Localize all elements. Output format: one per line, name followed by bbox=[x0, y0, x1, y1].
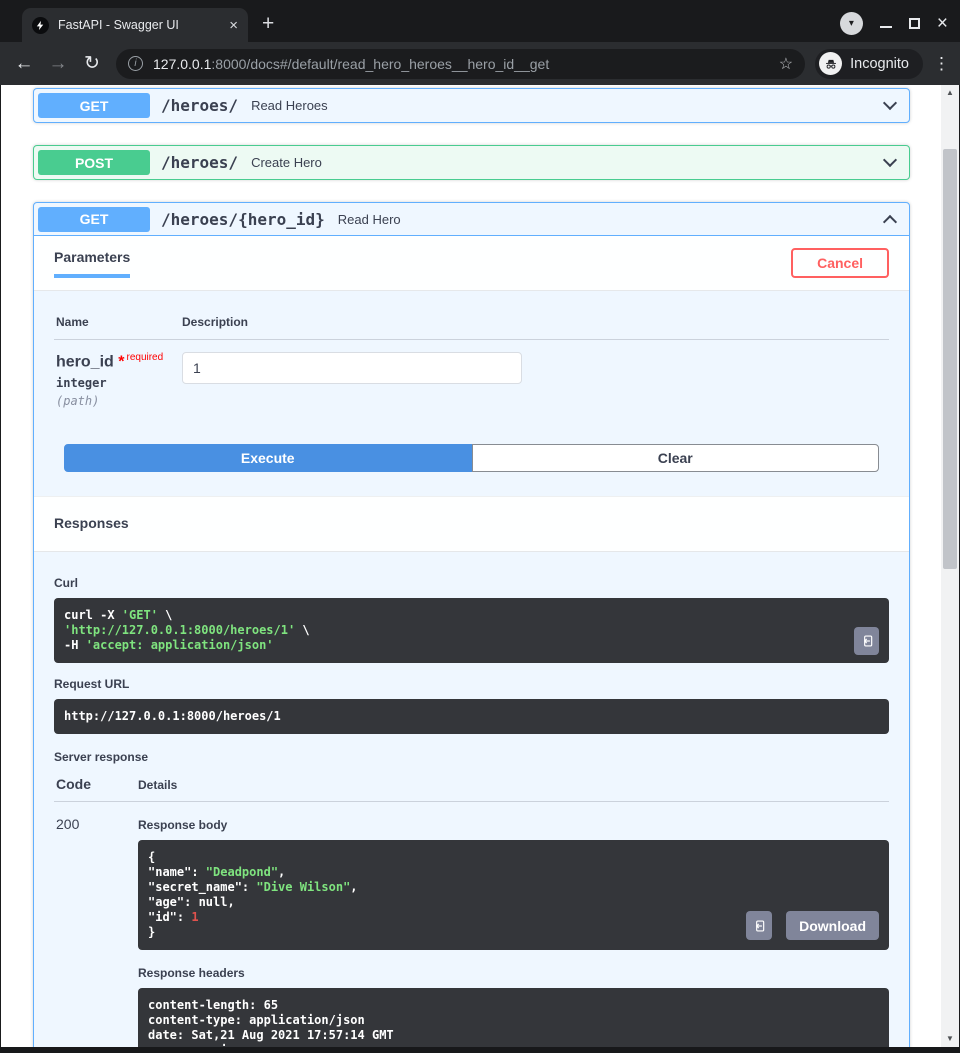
incognito-badge: Incognito bbox=[815, 48, 923, 79]
tab-close-icon[interactable]: × bbox=[229, 17, 238, 34]
tab-title: FastAPI - Swagger UI bbox=[58, 18, 179, 32]
parameter-type: integer bbox=[56, 376, 107, 391]
reload-button[interactable]: ↻ bbox=[78, 52, 106, 75]
execute-button[interactable]: Execute bbox=[64, 444, 472, 473]
endpoint-summary: Read Heroes bbox=[251, 98, 328, 113]
response-details-cell: Response body { "name": "Deadpond", "sec… bbox=[138, 816, 889, 1047]
incognito-icon bbox=[819, 52, 843, 75]
endpoint-path: /heroes/ bbox=[161, 153, 239, 172]
responses-section: Curl curl -X 'GET' \ 'http://127.0.0.1:8… bbox=[34, 552, 909, 1047]
back-button[interactable]: ← bbox=[10, 53, 38, 75]
parameters-header: Parameters Cancel bbox=[34, 236, 909, 291]
details-column-header: Details bbox=[138, 778, 178, 793]
opblock-get-heroes: GET /heroes/ Read Heroes bbox=[33, 88, 910, 123]
request-url-text: http://127.0.0.1:8000/heroes/1 bbox=[64, 709, 281, 724]
parameters-table: Name Description hero_id * required integ… bbox=[34, 291, 909, 408]
clear-button[interactable]: Clear bbox=[471, 444, 879, 473]
site-info-icon[interactable]: i bbox=[128, 56, 143, 71]
window-controls: ▾ × bbox=[839, 12, 948, 35]
parameter-name-cell: hero_id * required integer (path) bbox=[56, 352, 182, 408]
parameters-table-header: Name Description bbox=[54, 315, 889, 340]
minimize-button[interactable] bbox=[879, 25, 892, 28]
cancel-button[interactable]: Cancel bbox=[791, 248, 889, 278]
parameter-location: (path) bbox=[56, 394, 100, 409]
required-asterisk: * bbox=[118, 353, 125, 371]
opblock-get-hero-by-id: GET /heroes/{hero_id} Read Hero Paramete… bbox=[33, 202, 910, 1047]
url-text[interactable]: 127.0.0.1:8000/docs#/default/read_hero_h… bbox=[153, 56, 771, 72]
chevron-up-icon[interactable] bbox=[882, 214, 898, 229]
incognito-label: Incognito bbox=[850, 55, 909, 72]
close-window-button[interactable]: × bbox=[937, 14, 948, 33]
scroll-up-icon[interactable]: ▲ bbox=[941, 85, 959, 101]
maximize-button[interactable] bbox=[908, 18, 920, 29]
code-column-header: Code bbox=[56, 776, 91, 793]
browser-window: FastAPI - Swagger UI × + ▾ × ← → ↻ i 127… bbox=[0, 0, 960, 1053]
clipboard-icon bbox=[755, 920, 765, 932]
response-headers-label: Response headers bbox=[138, 966, 245, 981]
parameter-value-cell bbox=[182, 352, 522, 408]
curl-command-text: curl -X 'GET' \ 'http://127.0.0.1:8000/h… bbox=[64, 608, 310, 653]
parameters-tab[interactable]: Parameters bbox=[54, 249, 131, 278]
responses-table-header: Code Details bbox=[54, 776, 889, 803]
copy-curl-button[interactable] bbox=[854, 627, 879, 656]
url-host: 127.0.0.1 bbox=[153, 55, 212, 72]
copy-response-button[interactable] bbox=[746, 911, 773, 941]
parameter-name: hero_id bbox=[56, 353, 114, 371]
endpoint-summary: Read Hero bbox=[337, 211, 401, 227]
response-body-label: Response body bbox=[138, 818, 228, 833]
response-body-block: { "name": "Deadpond", "secret_name": "Di… bbox=[138, 840, 889, 951]
chevron-down-icon[interactable] bbox=[882, 95, 898, 111]
request-url-block: http://127.0.0.1:8000/heroes/1 bbox=[54, 699, 889, 735]
response-headers-block: content-length: 65 content-type: applicat… bbox=[138, 988, 889, 1047]
fastapi-favicon-icon bbox=[32, 16, 49, 34]
opblock-summary-get-hero-by-id[interactable]: GET /heroes/{hero_id} Read Hero bbox=[34, 203, 909, 236]
clipboard-icon bbox=[863, 635, 872, 647]
bookmark-star-icon[interactable]: ☆ bbox=[779, 54, 793, 74]
curl-code-block: curl -X 'GET' \ 'http://127.0.0.1:8000/h… bbox=[54, 598, 889, 664]
titlebar: FastAPI - Swagger UI × + ▾ × bbox=[0, 0, 960, 42]
description-column-header: Description bbox=[182, 315, 249, 329]
request-url-label: Request URL bbox=[54, 677, 130, 692]
response-row: 200 Response body { "name": "Deadpond", … bbox=[54, 802, 889, 1047]
new-tab-button[interactable]: + bbox=[262, 13, 274, 34]
download-button[interactable]: Download bbox=[786, 911, 879, 941]
endpoint-path: /heroes/{hero_id} bbox=[161, 209, 325, 229]
opblock-summary-post-heroes[interactable]: POST /heroes/ Create Hero bbox=[34, 146, 909, 179]
swagger-page: GET /heroes/ Read Heroes POST /heroes/ C… bbox=[1, 85, 941, 1047]
endpoint-summary: Create Hero bbox=[251, 155, 322, 170]
chevron-down-icon[interactable] bbox=[882, 152, 898, 168]
method-badge: GET bbox=[38, 93, 150, 118]
method-badge: GET bbox=[38, 206, 150, 232]
browser-toolbar: ← → ↻ i 127.0.0.1:8000/docs#/default/rea… bbox=[0, 42, 960, 85]
scroll-down-icon[interactable]: ▼ bbox=[941, 1031, 959, 1047]
responses-title: Responses bbox=[54, 515, 129, 532]
page-scrollbar[interactable]: ▲ ▼ bbox=[941, 85, 959, 1047]
tab-search-button[interactable]: ▾ bbox=[839, 12, 863, 35]
status-code: 200 bbox=[56, 816, 80, 833]
server-response-label: Server response bbox=[54, 750, 149, 765]
opblock-post-heroes: POST /heroes/ Create Hero bbox=[33, 145, 910, 180]
parameter-row: hero_id * required integer (path) bbox=[54, 340, 889, 408]
address-bar[interactable]: i 127.0.0.1:8000/docs#/default/read_hero… bbox=[116, 48, 806, 79]
response-body-actions: Download bbox=[746, 911, 879, 941]
more-menu-button[interactable]: ⋮ bbox=[933, 54, 950, 74]
execute-wrapper: Execute Clear bbox=[64, 444, 879, 496]
window-bottom-edge bbox=[0, 1047, 960, 1053]
name-column-header: Name bbox=[56, 315, 89, 329]
browser-tab[interactable]: FastAPI - Swagger UI × bbox=[22, 8, 248, 42]
forward-button[interactable]: → bbox=[44, 53, 72, 75]
opblock-summary-get-heroes[interactable]: GET /heroes/ Read Heroes bbox=[34, 89, 909, 122]
curl-label: Curl bbox=[54, 576, 78, 591]
scroll-thumb[interactable] bbox=[943, 149, 957, 569]
url-path: :8000/docs#/default/read_hero_heroes__he… bbox=[211, 55, 550, 72]
hero-id-input[interactable] bbox=[182, 352, 522, 384]
response-headers-text: content-length: 65 content-type: applicat… bbox=[148, 998, 394, 1047]
endpoint-path: /heroes/ bbox=[161, 96, 239, 115]
method-badge: POST bbox=[38, 150, 150, 175]
responses-header: Responses bbox=[34, 496, 909, 553]
required-label: required bbox=[126, 352, 164, 363]
